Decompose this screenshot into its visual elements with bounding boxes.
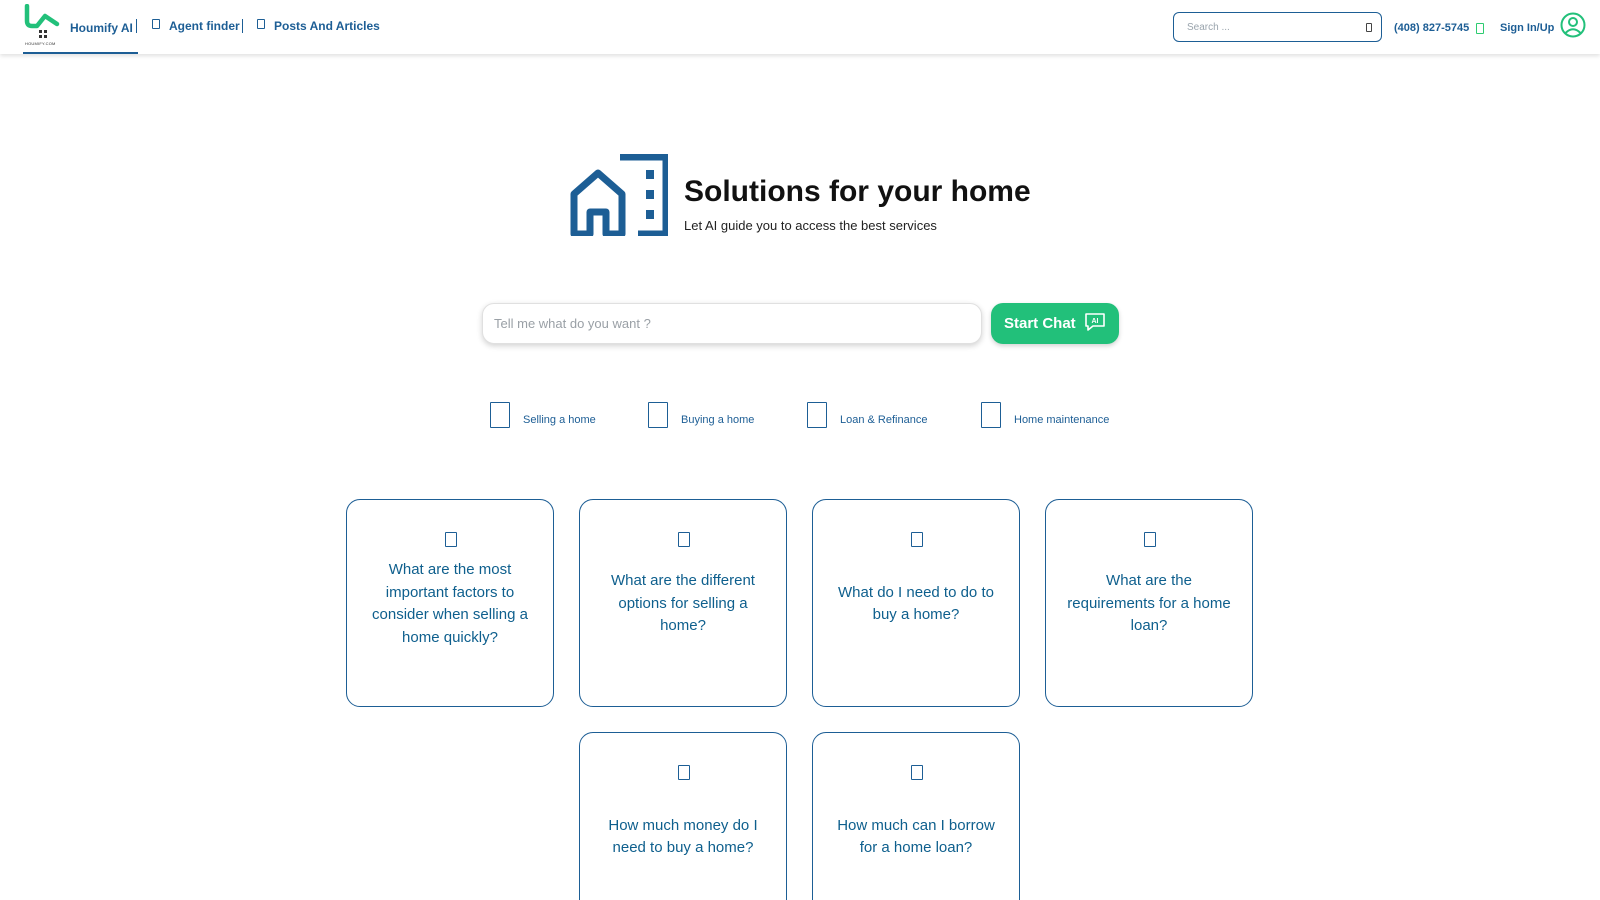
brand-label: Houmify AI	[70, 21, 133, 35]
nav-divider	[242, 19, 243, 33]
nav-posts-articles-label: Posts And Articles	[274, 19, 380, 33]
question-card[interactable]: What are the requirements for a home loa…	[1045, 499, 1253, 707]
question-text: How much can I borrow for a home loan?	[837, 816, 995, 857]
buying-home-icon	[648, 402, 668, 428]
logo-caption: HOUMIFY.COM	[25, 41, 56, 46]
question-card[interactable]: How much can I borrow for a home loan?	[812, 732, 1020, 900]
top-navigation: HOUMIFY.COM Houmify AI Agent finder Post…	[0, 0, 1600, 54]
question-text: What do I need to do to buy a home?	[838, 583, 994, 624]
page-subtitle: Let AI guide you to access the best serv…	[684, 218, 937, 233]
category-label: Home maintenance	[1014, 414, 1110, 426]
nav-divider	[136, 19, 137, 33]
search-input[interactable]	[1174, 14, 1366, 40]
maintenance-icon	[981, 402, 1001, 428]
nav-agent-finder-label: Agent finder	[169, 19, 240, 33]
start-chat-button[interactable]: Start Chat AI	[991, 303, 1119, 344]
category-buying-home[interactable]: Buying a home	[648, 402, 754, 428]
ai-badge-text: AI	[1092, 318, 1099, 325]
loan-icon	[807, 402, 827, 428]
question-card[interactable]: How much money do I need to buy a home?	[579, 732, 787, 900]
nav-posts-articles[interactable]: Posts And Articles	[257, 19, 380, 33]
question-card[interactable]: What are the different options for selli…	[579, 499, 787, 707]
question-text: How much money do I need to buy a home?	[608, 816, 758, 857]
category-label: Selling a home	[523, 414, 596, 426]
search-icon[interactable]	[1366, 22, 1372, 32]
question-icon	[1144, 532, 1156, 547]
phone-icon[interactable]	[1476, 21, 1484, 39]
category-label: Buying a home	[681, 414, 755, 426]
question-text: What are the different options for selli…	[611, 572, 755, 635]
category-home-maintenance[interactable]: Home maintenance	[981, 402, 1109, 428]
sign-in-link[interactable]: Sign In/Up	[1500, 22, 1554, 34]
question-card[interactable]: What are the most important factors to c…	[346, 499, 554, 707]
category-loan-refinance[interactable]: Loan & Refinance	[807, 402, 927, 428]
question-text: What are the requirements for a home loa…	[1067, 572, 1231, 635]
selling-home-icon	[490, 402, 510, 428]
phone-link[interactable]: (408) 827-5745	[1394, 22, 1469, 34]
articles-icon	[257, 19, 265, 29]
question-text: What are the most important factors to c…	[372, 561, 528, 646]
question-icon	[678, 765, 690, 780]
page-title: Solutions for your home	[684, 175, 1031, 208]
ai-chat-icon: AI	[1084, 312, 1106, 332]
building-icon	[568, 153, 670, 238]
agent-icon	[152, 19, 160, 29]
category-selling-home[interactable]: Selling a home	[490, 402, 596, 428]
nav-agent-finder[interactable]: Agent finder	[152, 19, 240, 33]
header-search	[1173, 12, 1382, 42]
question-icon	[445, 532, 457, 547]
user-circle-icon[interactable]	[1560, 12, 1586, 38]
question-icon	[678, 532, 690, 547]
category-label: Loan & Refinance	[840, 414, 928, 426]
question-icon	[911, 765, 923, 780]
start-chat-label: Start Chat	[1004, 315, 1076, 332]
chat-input[interactable]	[482, 303, 982, 344]
brand-home-link[interactable]: HOUMIFY.COM Houmify AI	[23, 0, 138, 54]
houmify-logo-icon: HOUMIFY.COM	[23, 3, 63, 46]
question-icon	[911, 532, 923, 547]
question-card[interactable]: What do I need to do to buy a home?	[812, 499, 1020, 707]
